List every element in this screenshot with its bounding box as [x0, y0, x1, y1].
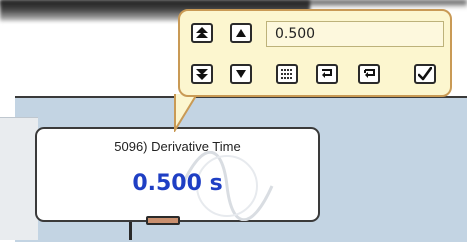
- increment-icon: [236, 29, 246, 37]
- divider: [0, 117, 38, 118]
- decrement-icon: [236, 70, 246, 78]
- decrement-fast-icon: [196, 69, 208, 80]
- checkmark-icon: [418, 67, 432, 81]
- return-button[interactable]: [316, 64, 338, 84]
- increment-fast-icon: [196, 27, 208, 38]
- decrement-fast-button[interactable]: [191, 64, 213, 84]
- increment-fast-button[interactable]: [191, 23, 213, 43]
- return-icon: [322, 69, 332, 78]
- side-panel: [0, 118, 38, 240]
- decrement-button[interactable]: [230, 64, 252, 84]
- value-input[interactable]: [266, 21, 444, 47]
- popover-tail: [174, 94, 199, 132]
- parameter-title: 5096) Derivative Time: [114, 139, 241, 154]
- top-edge-shadow: [0, 0, 467, 8]
- keypad-icon: [281, 69, 292, 79]
- confirm-button[interactable]: [414, 64, 436, 84]
- return-alt-icon: [364, 69, 375, 78]
- increment-button[interactable]: [230, 23, 252, 43]
- parameter-card[interactable]: 5096) Derivative Time 0.500 s: [35, 127, 320, 222]
- keypad-button[interactable]: [276, 64, 298, 84]
- connection-wire: [129, 220, 132, 240]
- return-alt-button[interactable]: [358, 64, 380, 84]
- card-drag-handle[interactable]: [146, 216, 180, 225]
- parameter-value: 0.500 s: [132, 171, 223, 196]
